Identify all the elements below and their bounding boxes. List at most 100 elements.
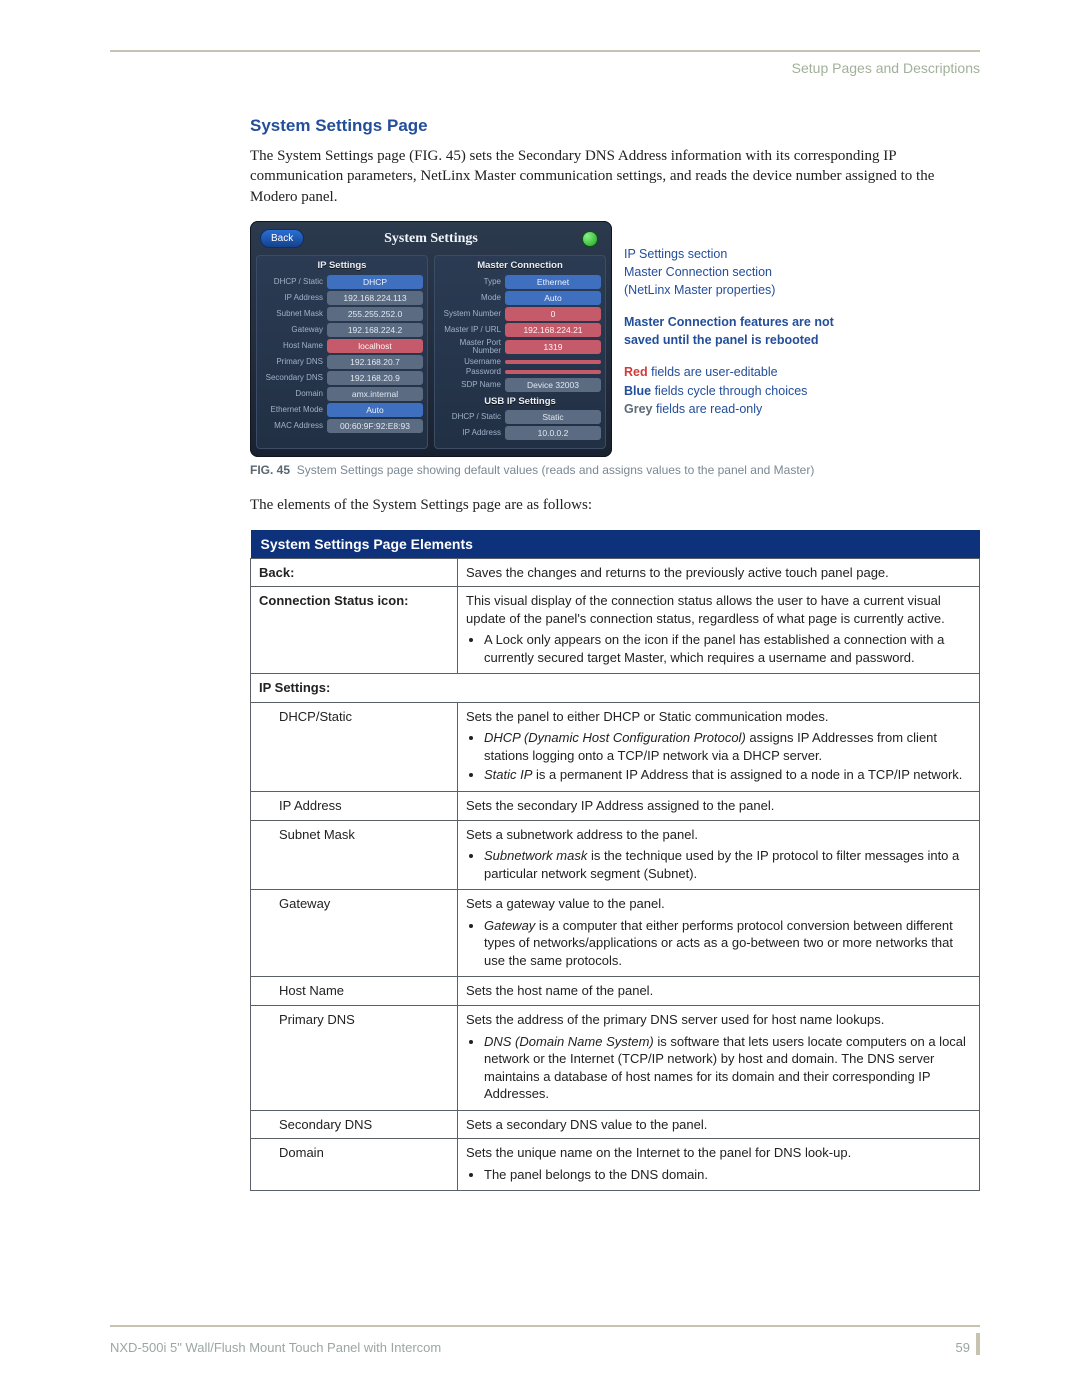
callout-grey: Grey fields are read-only — [624, 400, 834, 418]
panel-row: Subnet Mask 255.255.252.0 — [261, 307, 423, 321]
panel-label: Host Name — [261, 342, 323, 350]
panel-value[interactable]: 00:60:9F:92:E8:93 — [327, 419, 423, 433]
table-row: Connection Status icon:This visual displ… — [251, 587, 980, 674]
panel-label: Username — [439, 358, 501, 366]
panel-label: DHCP / Static — [261, 278, 323, 286]
callout-master-section: Master Connection section — [624, 263, 834, 281]
panel-label: IP Address — [261, 294, 323, 302]
table-value: Sets the secondary IP Address assigned t… — [458, 792, 980, 821]
panel-row: Username — [439, 358, 601, 366]
panel-label: MAC Address — [261, 422, 323, 430]
panel-value[interactable] — [505, 370, 601, 374]
panel-value[interactable]: 10.0.0.2 — [505, 426, 601, 440]
callout-ip-section: IP Settings section — [624, 245, 834, 263]
panel-value[interactable]: Device 32003 — [505, 378, 601, 392]
panel-label: Gateway — [261, 326, 323, 334]
callout-master-props: (NetLinx Master properties) — [624, 281, 834, 299]
system-settings-panel: Back System Settings IP Settings DHCP / … — [250, 221, 612, 458]
panel-row: System Number 0 — [439, 307, 601, 321]
panel-value[interactable]: 255.255.252.0 — [327, 307, 423, 321]
table-key: Primary DNS — [251, 1005, 458, 1110]
panel-row: MAC Address 00:60:9F:92:E8:93 — [261, 419, 423, 433]
panel-label: Master Port Number — [439, 339, 501, 356]
panel-value[interactable]: 192.168.224.2 — [327, 323, 423, 337]
figure-callouts: IP Settings section Master Connection se… — [624, 221, 834, 418]
table-row: Back:Saves the changes and returns to th… — [251, 558, 980, 587]
callout-blue: Blue fields cycle through choices — [624, 382, 834, 400]
elements-table: System Settings Page Elements Back:Saves… — [250, 530, 980, 1192]
usb-ip-settings-header: USB IP Settings — [439, 396, 601, 407]
table-key: IP Settings: — [251, 674, 980, 703]
breadcrumb: Setup Pages and Descriptions — [110, 60, 980, 76]
panel-value[interactable]: DHCP — [327, 275, 423, 289]
table-value: Sets the host name of the panel. — [458, 977, 980, 1006]
panel-row: DHCP / Static DHCP — [261, 275, 423, 289]
panel-row: Master IP / URL 192.168.224.21 — [439, 323, 601, 337]
footer-page-number: 59 — [956, 1340, 970, 1355]
panel-label: IP Address — [439, 429, 501, 437]
panel-label: Master IP / URL — [439, 326, 501, 334]
table-value: Sets a secondary DNS value to the panel. — [458, 1110, 980, 1139]
panel-label: Primary DNS — [261, 358, 323, 366]
panel-value[interactable]: 192.168.20.9 — [327, 371, 423, 385]
panel-row: IP Address 192.168.224.113 — [261, 291, 423, 305]
intro-paragraph: The System Settings page (FIG. 45) sets … — [250, 146, 980, 207]
ip-settings-header: IP Settings — [261, 258, 423, 275]
table-row: DHCP/StaticSets the panel to either DHCP… — [251, 702, 980, 791]
callout-red: Red fields are user-editable — [624, 363, 834, 381]
table-value: Saves the changes and returns to the pre… — [458, 558, 980, 587]
panel-row: Mode Auto — [439, 291, 601, 305]
table-row: IP Settings: — [251, 674, 980, 703]
table-value: Sets a gateway value to the panel.Gatewa… — [458, 890, 980, 977]
panel-row: Host Name localhost — [261, 339, 423, 353]
panel-value[interactable]: Static — [505, 410, 601, 424]
panel-value[interactable]: 192.168.20.7 — [327, 355, 423, 369]
panel-row: Gateway 192.168.224.2 — [261, 323, 423, 337]
panel-row: IP Address 10.0.0.2 — [439, 426, 601, 440]
panel-value[interactable]: Ethernet — [505, 275, 601, 289]
table-key: Host Name — [251, 977, 458, 1006]
panel-value[interactable]: 1319 — [505, 340, 601, 354]
table-key: DHCP/Static — [251, 702, 458, 791]
panel-value[interactable]: Auto — [327, 403, 423, 417]
panel-row: DHCP / Static Static — [439, 410, 601, 424]
back-button[interactable]: Back — [260, 229, 304, 248]
table-value: Sets the unique name on the Internet to … — [458, 1139, 980, 1191]
master-connection-header: Master Connection — [439, 258, 601, 275]
panel-value[interactable]: localhost — [327, 339, 423, 353]
table-row: IP AddressSets the secondary IP Address … — [251, 792, 980, 821]
panel-label: Domain — [261, 390, 323, 398]
page-title: System Settings Page — [250, 116, 980, 136]
panel-label: System Number — [439, 310, 501, 318]
panel-row: SDP NameDevice 32003 — [439, 378, 601, 392]
table-key: Gateway — [251, 890, 458, 977]
panel-label: Password — [439, 368, 501, 376]
table-row: Subnet MaskSets a subnetwork address to … — [251, 820, 980, 890]
panel-label: Subnet Mask — [261, 310, 323, 318]
panel-row: Master Port Number 1319 — [439, 339, 601, 356]
table-key: Subnet Mask — [251, 820, 458, 890]
table-lead: The elements of the System Settings page… — [250, 495, 980, 515]
panel-row: TypeEthernet — [439, 275, 601, 289]
panel-label: DHCP / Static — [439, 413, 501, 421]
table-key: Domain — [251, 1139, 458, 1191]
panel-value[interactable]: 192.168.224.113 — [327, 291, 423, 305]
panel-label: Mode — [439, 294, 501, 302]
panel-value[interactable] — [505, 360, 601, 364]
panel-label: Ethernet Mode — [261, 406, 323, 414]
panel-value[interactable]: 192.168.224.21 — [505, 323, 601, 337]
panel-row: Password — [439, 368, 601, 376]
table-key: IP Address — [251, 792, 458, 821]
table-row: Primary DNSSets the address of the prima… — [251, 1005, 980, 1110]
connection-status-icon — [582, 231, 598, 247]
table-key: Connection Status icon: — [251, 587, 458, 674]
panel-value[interactable]: amx.internal — [327, 387, 423, 401]
table-row: Secondary DNSSets a secondary DNS value … — [251, 1110, 980, 1139]
footer-product: NXD-500i 5" Wall/Flush Mount Touch Panel… — [110, 1340, 441, 1355]
panel-value[interactable]: Auto — [505, 291, 601, 305]
table-value: Sets the panel to either DHCP or Static … — [458, 702, 980, 791]
panel-label: Secondary DNS — [261, 374, 323, 382]
table-title: System Settings Page Elements — [251, 530, 980, 559]
panel-value[interactable]: 0 — [505, 307, 601, 321]
table-value: Sets the address of the primary DNS serv… — [458, 1005, 980, 1110]
